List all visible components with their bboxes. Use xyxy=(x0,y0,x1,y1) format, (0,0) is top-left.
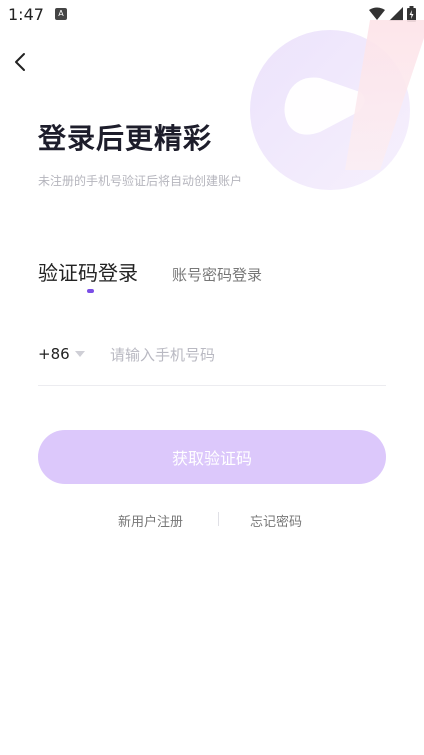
page-subtitle: 未注册的手机号验证后将自动创建账户 xyxy=(38,174,243,188)
get-verification-code-button[interactable]: 获取验证码 xyxy=(38,430,386,484)
register-link[interactable]: 新用户注册 xyxy=(118,511,183,530)
input-divider xyxy=(38,385,386,386)
chevron-left-icon xyxy=(15,53,25,71)
link-divider xyxy=(218,512,219,526)
back-button[interactable] xyxy=(10,50,32,74)
active-tab-indicator xyxy=(87,289,94,293)
country-code-selector[interactable]: +86 xyxy=(38,345,70,363)
brand-logo-decoration xyxy=(250,20,424,190)
phone-input[interactable] xyxy=(110,340,380,370)
page-title: 登录后更精彩 xyxy=(38,122,213,155)
chevron-down-icon[interactable] xyxy=(75,351,85,357)
notification-icon: A xyxy=(55,8,67,20)
wifi-icon xyxy=(369,7,385,20)
tab-sms-login[interactable]: 验证码登录 xyxy=(38,257,138,286)
forgot-password-link[interactable]: 忘记密码 xyxy=(250,511,302,530)
status-time: 1:47 xyxy=(8,5,44,24)
signal-icon xyxy=(389,7,403,21)
tab-password-login[interactable]: 账号密码登录 xyxy=(172,264,262,285)
